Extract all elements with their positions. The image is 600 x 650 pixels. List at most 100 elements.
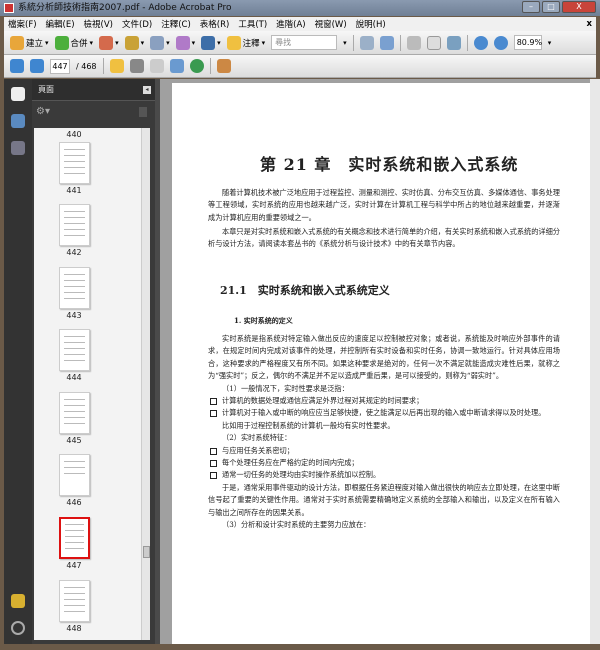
open-icon[interactable] [109,59,124,73]
thumbnail-label: 448 [66,624,82,633]
fit-width-icon[interactable] [359,35,374,50]
menu-bar: 檔案(F) 編輯(E) 檢視(V) 文件(D) 注釋(C) 表格(R) 工具(T… [4,17,596,31]
forms-button[interactable]: ▾ [175,35,195,50]
save-icon[interactable] [149,59,164,73]
thumbnail-list: 440 441 442 443 444 445 446 447 448 [34,128,150,640]
menu-advanced[interactable]: 進階(A) [276,18,305,30]
bullet-item: 计算机对于输入或中断的响应应当足够快捷，使之能满足以后再出现的输入或中断请求得以… [208,407,560,419]
document-area: 第 21 章 实时系统和嵌入式系统 随着计算机技术被广泛地应用于过程监控、测量和… [160,79,590,644]
combine-icon [54,35,69,50]
main-toolbar: 建立 ▾ 合併 ▾ ▾ ▾ ▾ ▾ ▾ 注釋 ▾ 尋找 ▾ 80.9% ▾ [4,31,596,55]
comment-button[interactable]: 注釋 ▾ [226,35,265,50]
thumbnail-446[interactable]: 446 [54,454,94,507]
collapse-panel-button[interactable]: ◂ [143,86,151,94]
paragraph: （2）实时系统特征： [222,433,292,443]
signatures-icon[interactable] [11,141,25,155]
thumbnail-443[interactable]: 443 [54,267,94,320]
page-total: / 468 [76,61,97,71]
intro-paragraph-1: 随着计算机技术被广泛地应用于过程监控、测量和测控、实时仿真、分布交互仿真、多媒体… [208,188,560,222]
menu-view[interactable]: 檢視(V) [84,18,113,30]
secure-button[interactable]: ▾ [124,35,144,50]
lock-icon [124,35,139,50]
zoom-out-icon[interactable] [473,35,488,50]
title-bar: 系統分析師技術指南2007.pdf - Adobe Acrobat Pro – … [0,0,600,16]
comment-label: 注釋 [242,38,260,49]
create-label: 建立 [26,38,44,49]
zoom-level-input[interactable]: 80.9% [513,35,542,50]
fit-page-icon[interactable] [379,35,394,50]
find-dropdown[interactable]: ▾ [343,39,347,47]
paragraph: （3）分析和设计实时系统的主要努力应放在： [222,520,371,530]
zoom-tool-icon[interactable] [446,35,461,50]
previous-page-icon[interactable] [10,59,24,73]
options-gear-icon[interactable]: ⚙▾ [36,106,50,117]
thumbnail-444[interactable]: 444 [54,329,94,382]
next-page-icon[interactable] [30,59,44,73]
print-icon[interactable] [129,59,144,73]
menu-edit[interactable]: 編輯(E) [46,18,75,30]
thumbnail-scrollbar[interactable] [141,128,150,640]
menu-tools[interactable]: 工具(T) [238,18,267,30]
thumbnail-447-selected[interactable]: 447 [54,517,94,570]
menu-document[interactable]: 文件(D) [122,18,152,30]
close-document-button[interactable]: x [587,19,592,29]
document-scrollbar[interactable] [590,79,600,644]
zoom-dropdown[interactable]: ▾ [548,39,552,47]
combine-button[interactable]: 合併 ▾ [54,35,93,50]
thumbnail-label: 440 [66,130,82,139]
bullet-item: 通常一切任务的处理均由实时操作系统加以控制。 [208,469,560,481]
upload-icon[interactable] [189,59,204,73]
thumbnail-441[interactable]: 441 [54,142,94,195]
paragraph: 于是，通常采用事件驱动的设计方法，即根据任务紧迫程度对输入做出很快的响应去立即处… [208,482,560,517]
collaborate-icon [99,35,114,50]
panel-title: 頁面 [38,85,54,94]
select-tool-icon[interactable] [406,35,421,50]
pdf-page: 第 21 章 实时系统和嵌入式系统 随着计算机技术被广泛地应用于过程监控、测量和… [172,83,590,644]
menu-comments[interactable]: 注釋(C) [161,18,191,30]
multimedia-icon [201,35,216,50]
minimize-button[interactable]: – [522,1,540,13]
body-text: 实时系统是指系统对特定输入做出反应的速度足以控制被控对象；或者说，系统能及时响应… [208,333,560,532]
menu-window[interactable]: 視窗(W) [315,18,347,30]
thumbnail-442[interactable]: 442 [54,204,94,257]
navigation-toolbar: 447 / 468 [4,55,596,78]
menu-forms[interactable]: 表格(R) [200,18,230,30]
subsection-heading: 1. 实时系统的定义 [234,316,293,325]
thumbnail-label: 446 [66,498,82,507]
find-input[interactable]: 尋找 [271,35,338,50]
close-button[interactable]: X [562,1,596,13]
attachment-icon[interactable] [11,621,25,635]
thumbnail-445[interactable]: 445 [54,392,94,445]
page-number-input[interactable]: 447 [50,58,70,74]
thumbnail-448[interactable]: 448 [54,580,94,633]
bullet-item: 每个处理任务应在严格约定的时间内完成； [208,457,560,469]
sign-button[interactable]: ▾ [150,35,170,50]
acrobat-com-icon[interactable] [216,59,231,73]
hand-tool-icon[interactable] [426,35,441,50]
pen-icon [150,35,165,50]
bullet-item: 与应用任务关系密切； [208,445,560,457]
menu-help[interactable]: 說明(H) [356,18,386,30]
thumbnail-label: 442 [66,248,82,257]
window-title: 系統分析師技術指南2007.pdf - Adobe Acrobat Pro [18,3,232,13]
thumbnail-label: 444 [66,373,82,382]
collaborate-button[interactable]: ▾ [99,35,119,50]
navigation-strip [4,79,32,644]
create-button[interactable]: 建立 ▾ [10,35,49,50]
email-icon[interactable] [169,59,184,73]
intro-paragraph-2: 本章只是对实时系统和嵌入式系统的有关概念和技术进行简单的介绍，有关实时系统和嵌入… [208,227,560,249]
paragraph: （1）一般情况下，实时性要求是泛指： [222,383,349,393]
definition-paragraph: 实时系统是指系统对特定输入做出反应的速度足以控制被控对象；或者说，系统能及时响应… [208,334,560,381]
zoom-in-icon[interactable] [493,35,508,50]
pages-icon[interactable] [11,87,25,101]
thumbnail-440[interactable]: 440 [54,128,94,139]
forms-icon [175,35,190,50]
thumbnail-label: 445 [66,436,82,445]
maximize-button[interactable]: □ [542,1,560,13]
multimedia-button[interactable]: ▾ [201,35,221,50]
menu-file[interactable]: 檔案(F) [8,18,37,30]
pages-panel: 頁面 ◂ ⚙▾ 440 441 442 443 444 445 446 447 4… [32,79,155,644]
bookmarks-icon[interactable] [11,114,25,128]
trash-icon[interactable] [139,107,147,117]
comments-icon[interactable] [11,594,25,608]
